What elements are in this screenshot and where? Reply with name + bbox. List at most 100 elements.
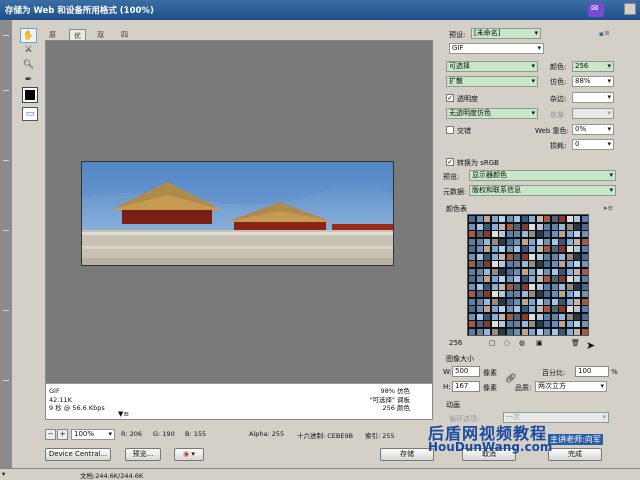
new-color-icon[interactable]: ▣: [536, 339, 543, 347]
color-swatch[interactable]: [574, 216, 580, 222]
color-swatch[interactable]: [559, 283, 565, 290]
color-swatch[interactable]: [544, 276, 550, 282]
color-swatch[interactable]: [521, 321, 528, 327]
color-swatch[interactable]: [499, 223, 505, 230]
color-swatch[interactable]: [506, 306, 513, 312]
color-swatch[interactable]: [551, 261, 558, 267]
color-swatch[interactable]: [499, 253, 505, 260]
color-swatch[interactable]: [476, 313, 483, 320]
color-swatch[interactable]: [574, 268, 580, 275]
color-table-grid[interactable]: [467, 214, 589, 336]
color-swatch[interactable]: [566, 223, 573, 230]
color-swatch[interactable]: [476, 283, 483, 290]
zoom-tool-icon[interactable]: 🔍︎: [20, 58, 37, 73]
color-swatch[interactable]: [499, 306, 505, 312]
color-swatch[interactable]: [521, 291, 528, 297]
color-swatch[interactable]: [499, 216, 505, 222]
color-swatch[interactable]: [551, 291, 558, 297]
color-swatch[interactable]: [514, 328, 520, 335]
color-swatch[interactable]: [559, 313, 565, 320]
preview-canvas[interactable]: [46, 41, 432, 383]
color-swatch[interactable]: [529, 328, 535, 335]
color-swatch[interactable]: [544, 291, 550, 297]
color-swatch[interactable]: [529, 298, 535, 305]
color-swatch[interactable]: [484, 313, 490, 320]
color-swatch[interactable]: [551, 231, 558, 237]
color-swatch[interactable]: [574, 291, 580, 297]
color-swatch[interactable]: [566, 253, 573, 260]
color-swatch[interactable]: [469, 216, 475, 222]
color-swatch[interactable]: [566, 268, 573, 275]
color-swatch[interactable]: [499, 283, 505, 290]
color-swatch[interactable]: [581, 216, 588, 222]
color-swatch[interactable]: [551, 313, 558, 320]
tab-optimized[interactable]: 优化: [69, 29, 86, 50]
color-swatch[interactable]: [514, 276, 520, 282]
color-swatch[interactable]: [484, 231, 490, 237]
color-swatch[interactable]: [529, 246, 535, 252]
preview-select[interactable]: 显示器颜色: [469, 170, 616, 181]
color-swatch[interactable]: [484, 216, 490, 222]
color-swatch[interactable]: [529, 223, 535, 230]
color-swatch[interactable]: [559, 261, 565, 267]
color-swatch[interactable]: [506, 246, 513, 252]
metadata-select[interactable]: 版权和联系信息: [469, 185, 616, 196]
color-swatch[interactable]: [521, 283, 528, 290]
color-swatch[interactable]: [506, 276, 513, 282]
color-swatch[interactable]: [529, 261, 535, 267]
color-swatch[interactable]: [491, 328, 498, 335]
color-swatch[interactable]: [536, 321, 543, 327]
color-swatch[interactable]: [484, 298, 490, 305]
color-swatch[interactable]: [469, 321, 475, 327]
color-swatch[interactable]: [559, 321, 565, 327]
color-swatch[interactable]: [506, 291, 513, 297]
color-swatch[interactable]: [536, 231, 543, 237]
color-swatch[interactable]: [581, 253, 588, 260]
color-swatch[interactable]: [476, 268, 483, 275]
color-swatch[interactable]: [536, 291, 543, 297]
color-swatch[interactable]: [469, 223, 475, 230]
color-swatch[interactable]: [514, 298, 520, 305]
color-swatch[interactable]: [551, 298, 558, 305]
color-swatch[interactable]: [574, 238, 580, 245]
color-swatch[interactable]: [491, 306, 498, 312]
browser-select-button[interactable]: ◉ ▾: [174, 448, 204, 461]
color-swatch[interactable]: [469, 268, 475, 275]
color-swatch[interactable]: [536, 298, 543, 305]
color-swatch[interactable]: [469, 261, 475, 267]
colors-select[interactable]: 256: [572, 61, 614, 72]
color-swatch[interactable]: [514, 246, 520, 252]
color-swatch[interactable]: [551, 246, 558, 252]
panel-menu-icon[interactable]: ≡: [604, 29, 610, 37]
color-swatch[interactable]: [469, 291, 475, 297]
color-swatch[interactable]: [581, 321, 588, 327]
color-swatch[interactable]: [521, 261, 528, 267]
color-swatch[interactable]: [574, 321, 580, 327]
color-swatch[interactable]: [544, 268, 550, 275]
color-swatch[interactable]: [499, 238, 505, 245]
color-swatch[interactable]: [521, 231, 528, 237]
color-swatch[interactable]: [574, 328, 580, 335]
color-swatch[interactable]: [506, 238, 513, 245]
color-swatch[interactable]: [484, 306, 490, 312]
quality-select[interactable]: 两次立方: [535, 381, 607, 392]
color-swatch[interactable]: [581, 306, 588, 312]
color-swatch[interactable]: [536, 223, 543, 230]
lossy-field[interactable]: 0: [572, 139, 614, 150]
color-swatch[interactable]: [469, 253, 475, 260]
color-swatch[interactable]: [529, 291, 535, 297]
color-swatch[interactable]: [499, 261, 505, 267]
color-swatch[interactable]: [491, 268, 498, 275]
color-swatch[interactable]: [476, 291, 483, 297]
width-field[interactable]: 500: [452, 366, 480, 377]
color-swatch[interactable]: [491, 238, 498, 245]
height-field[interactable]: 167: [452, 381, 480, 392]
color-swatch[interactable]: [469, 328, 475, 335]
color-swatch[interactable]: [529, 238, 535, 245]
color-swatch[interactable]: [544, 223, 550, 230]
color-swatch[interactable]: [544, 306, 550, 312]
color-swatch[interactable]: [469, 231, 475, 237]
color-swatch[interactable]: [514, 321, 520, 327]
color-swatch[interactable]: [521, 268, 528, 275]
color-swatch[interactable]: [484, 291, 490, 297]
